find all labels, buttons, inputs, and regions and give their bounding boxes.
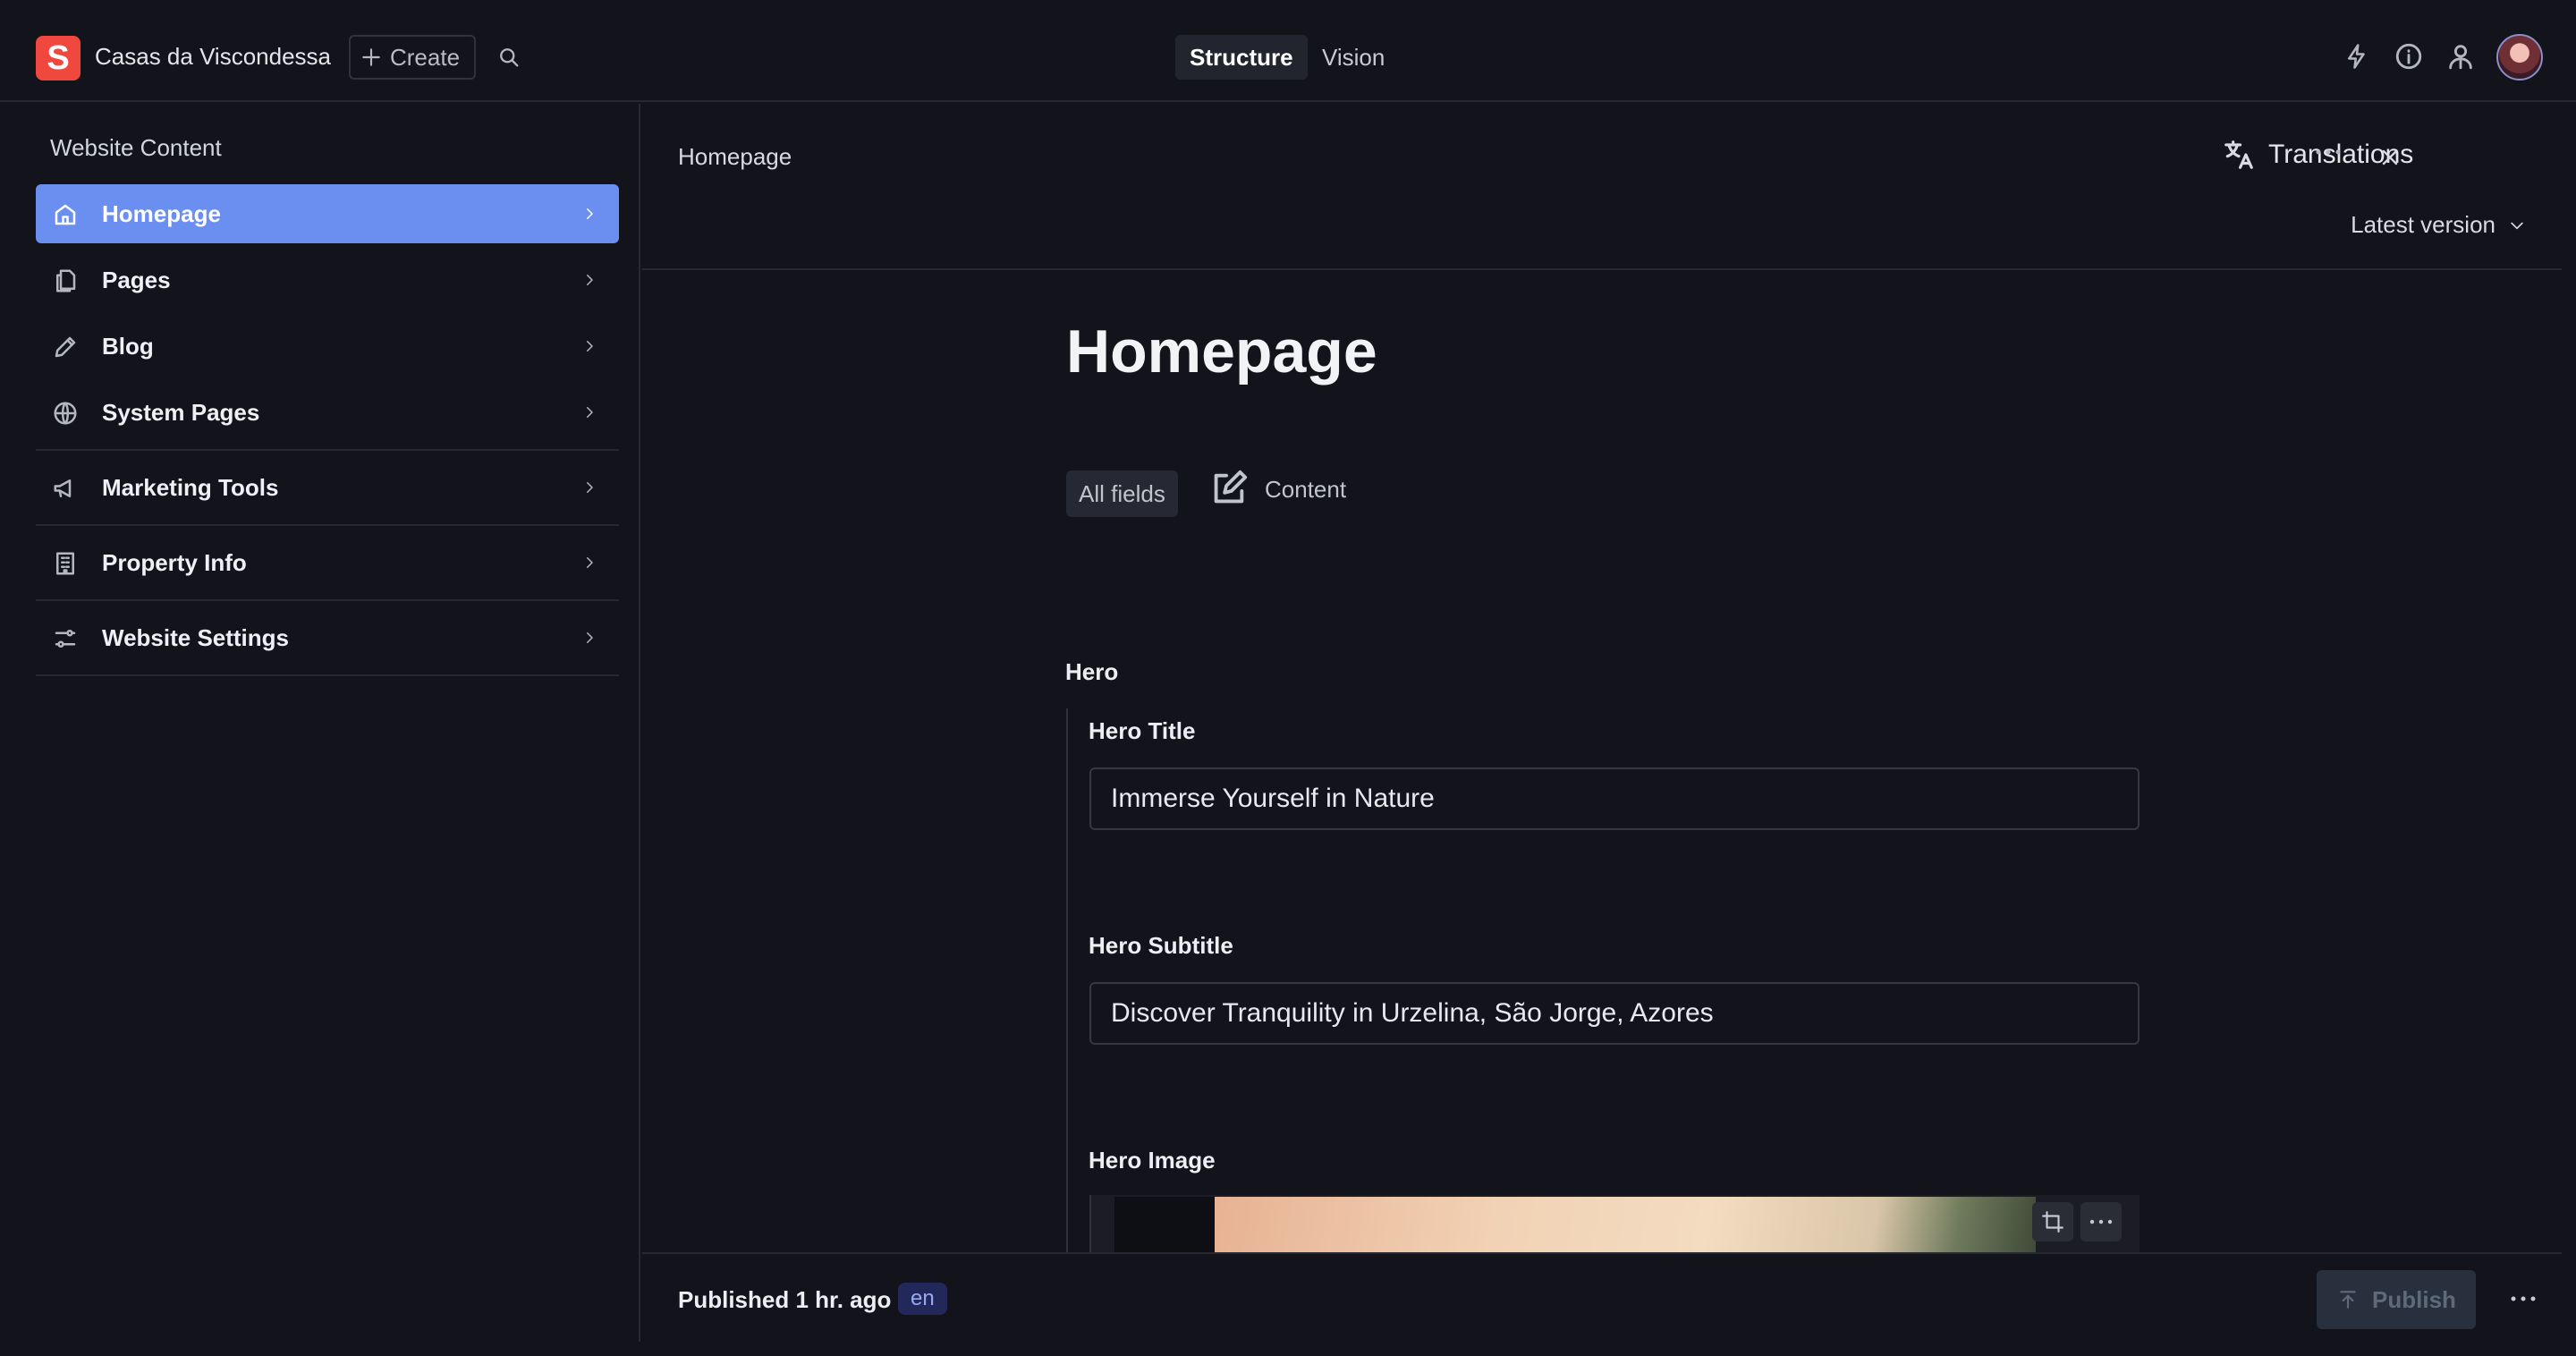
hero-title-input[interactable]	[1089, 767, 2140, 830]
chevron-right-icon	[581, 555, 597, 571]
more-options-button[interactable]	[2315, 148, 2342, 156]
chevron-right-icon	[581, 479, 597, 496]
project-name[interactable]: Casas da Viscondessa	[95, 43, 331, 71]
sidebar-item-label: Blog	[102, 332, 154, 360]
bolt-icon[interactable]	[2343, 41, 2370, 72]
publish-icon	[2336, 1288, 2360, 1311]
tab-structure[interactable]: Structure	[1175, 35, 1308, 80]
studio-logo[interactable]: S	[36, 36, 80, 81]
sidebar-item-property-info[interactable]: Property Info	[36, 533, 619, 592]
image-backdrop	[1114, 1197, 1215, 1254]
sidebar-divider	[36, 524, 619, 526]
fieldset-rule	[1066, 708, 1068, 1254]
ellipsis-icon	[2315, 148, 2342, 156]
megaphone-icon	[52, 475, 79, 502]
chevron-right-icon	[581, 404, 597, 420]
breadcrumb: Homepage	[678, 143, 792, 170]
hero-subtitle-input[interactable]	[1089, 982, 2140, 1045]
home-icon	[52, 201, 79, 228]
edit-icon	[1208, 469, 1249, 510]
sidebar-item-website-settings[interactable]: Website Settings	[36, 608, 619, 667]
document-actions-button[interactable]	[2510, 1295, 2537, 1302]
sidebar: Website Content Homepage Pages Blog Syst	[14, 104, 640, 1342]
fieldset-hero-label: Hero	[1065, 658, 1119, 685]
version-selector[interactable]: Latest version	[2351, 211, 2526, 239]
sidebar-item-homepage[interactable]: Homepage	[36, 184, 619, 243]
create-label: Create	[390, 43, 461, 71]
user-avatar[interactable]	[2496, 34, 2543, 81]
ellipsis-icon	[2510, 1295, 2537, 1302]
documents-icon	[52, 267, 79, 294]
sidebar-item-system-pages[interactable]: System Pages	[36, 383, 619, 442]
chevron-right-icon	[581, 338, 597, 354]
pencil-icon	[52, 334, 79, 360]
hero-image-preview	[1215, 1197, 2036, 1254]
tab-content[interactable]: Content	[1208, 469, 1346, 510]
sidebar-item-blog[interactable]: Blog	[36, 317, 619, 376]
building-icon	[52, 550, 79, 577]
image-options-button[interactable]	[2080, 1202, 2122, 1242]
top-bar: S Casas da Viscondessa Create Structure …	[0, 0, 2576, 102]
publish-label: Publish	[2372, 1285, 2456, 1313]
sidebar-item-label: Marketing Tools	[102, 473, 279, 501]
sidebar-divider	[36, 599, 619, 601]
document-footer: Published 1 hr. ago en Publish	[642, 1252, 2562, 1342]
sidebar-item-label: Website Settings	[102, 623, 290, 651]
hero-image-label: Hero Image	[1089, 1147, 1216, 1174]
tab-all-fields[interactable]: All fields	[1066, 470, 1178, 517]
hero-title-label: Hero Title	[1089, 717, 1196, 744]
crop-icon	[2041, 1210, 2064, 1233]
version-label: Latest version	[2351, 211, 2496, 238]
document-header: Homepage Translations Latest version	[642, 104, 2562, 270]
chevron-right-icon	[581, 206, 597, 222]
sidebar-item-label: Property Info	[102, 548, 247, 576]
chevron-right-icon	[581, 272, 597, 288]
publish-status: Published 1 hr. ago	[678, 1286, 892, 1313]
chevron-down-icon	[2508, 216, 2526, 234]
translate-icon	[2222, 138, 2256, 172]
publish-button[interactable]: Publish	[2317, 1270, 2476, 1329]
create-button[interactable]: Create	[349, 35, 476, 80]
search-button[interactable]	[496, 45, 521, 70]
chevron-right-icon	[581, 630, 597, 646]
tab-vision[interactable]: Vision	[1308, 35, 1399, 80]
sidebar-item-pages[interactable]: Pages	[36, 250, 619, 309]
sidebar-divider	[36, 449, 619, 451]
crop-button[interactable]	[2032, 1202, 2073, 1242]
close-pane-button[interactable]	[2377, 145, 2402, 170]
hero-image-field[interactable]	[1089, 1195, 2140, 1254]
document-title: Homepage	[1066, 318, 1377, 386]
hero-subtitle-label: Hero Subtitle	[1089, 932, 1233, 959]
close-icon	[2377, 145, 2402, 170]
sidebar-item-label: Pages	[102, 266, 171, 293]
sidebar-item-label: Homepage	[102, 199, 221, 227]
sidebar-item-marketing-tools[interactable]: Marketing Tools	[36, 458, 619, 517]
plus-icon	[360, 46, 383, 69]
sidebar-title: Website Content	[50, 134, 222, 161]
info-icon[interactable]	[2394, 41, 2424, 72]
sidebar-divider	[36, 674, 619, 676]
globe-icon	[52, 400, 79, 427]
ellipsis-icon	[2089, 1219, 2113, 1225]
sidebar-item-label: System Pages	[102, 398, 260, 426]
search-icon	[496, 45, 521, 70]
language-badge: en	[898, 1283, 947, 1315]
sliders-icon	[52, 625, 79, 652]
users-icon[interactable]	[2445, 41, 2476, 72]
tab-content-label: Content	[1265, 475, 1347, 503]
